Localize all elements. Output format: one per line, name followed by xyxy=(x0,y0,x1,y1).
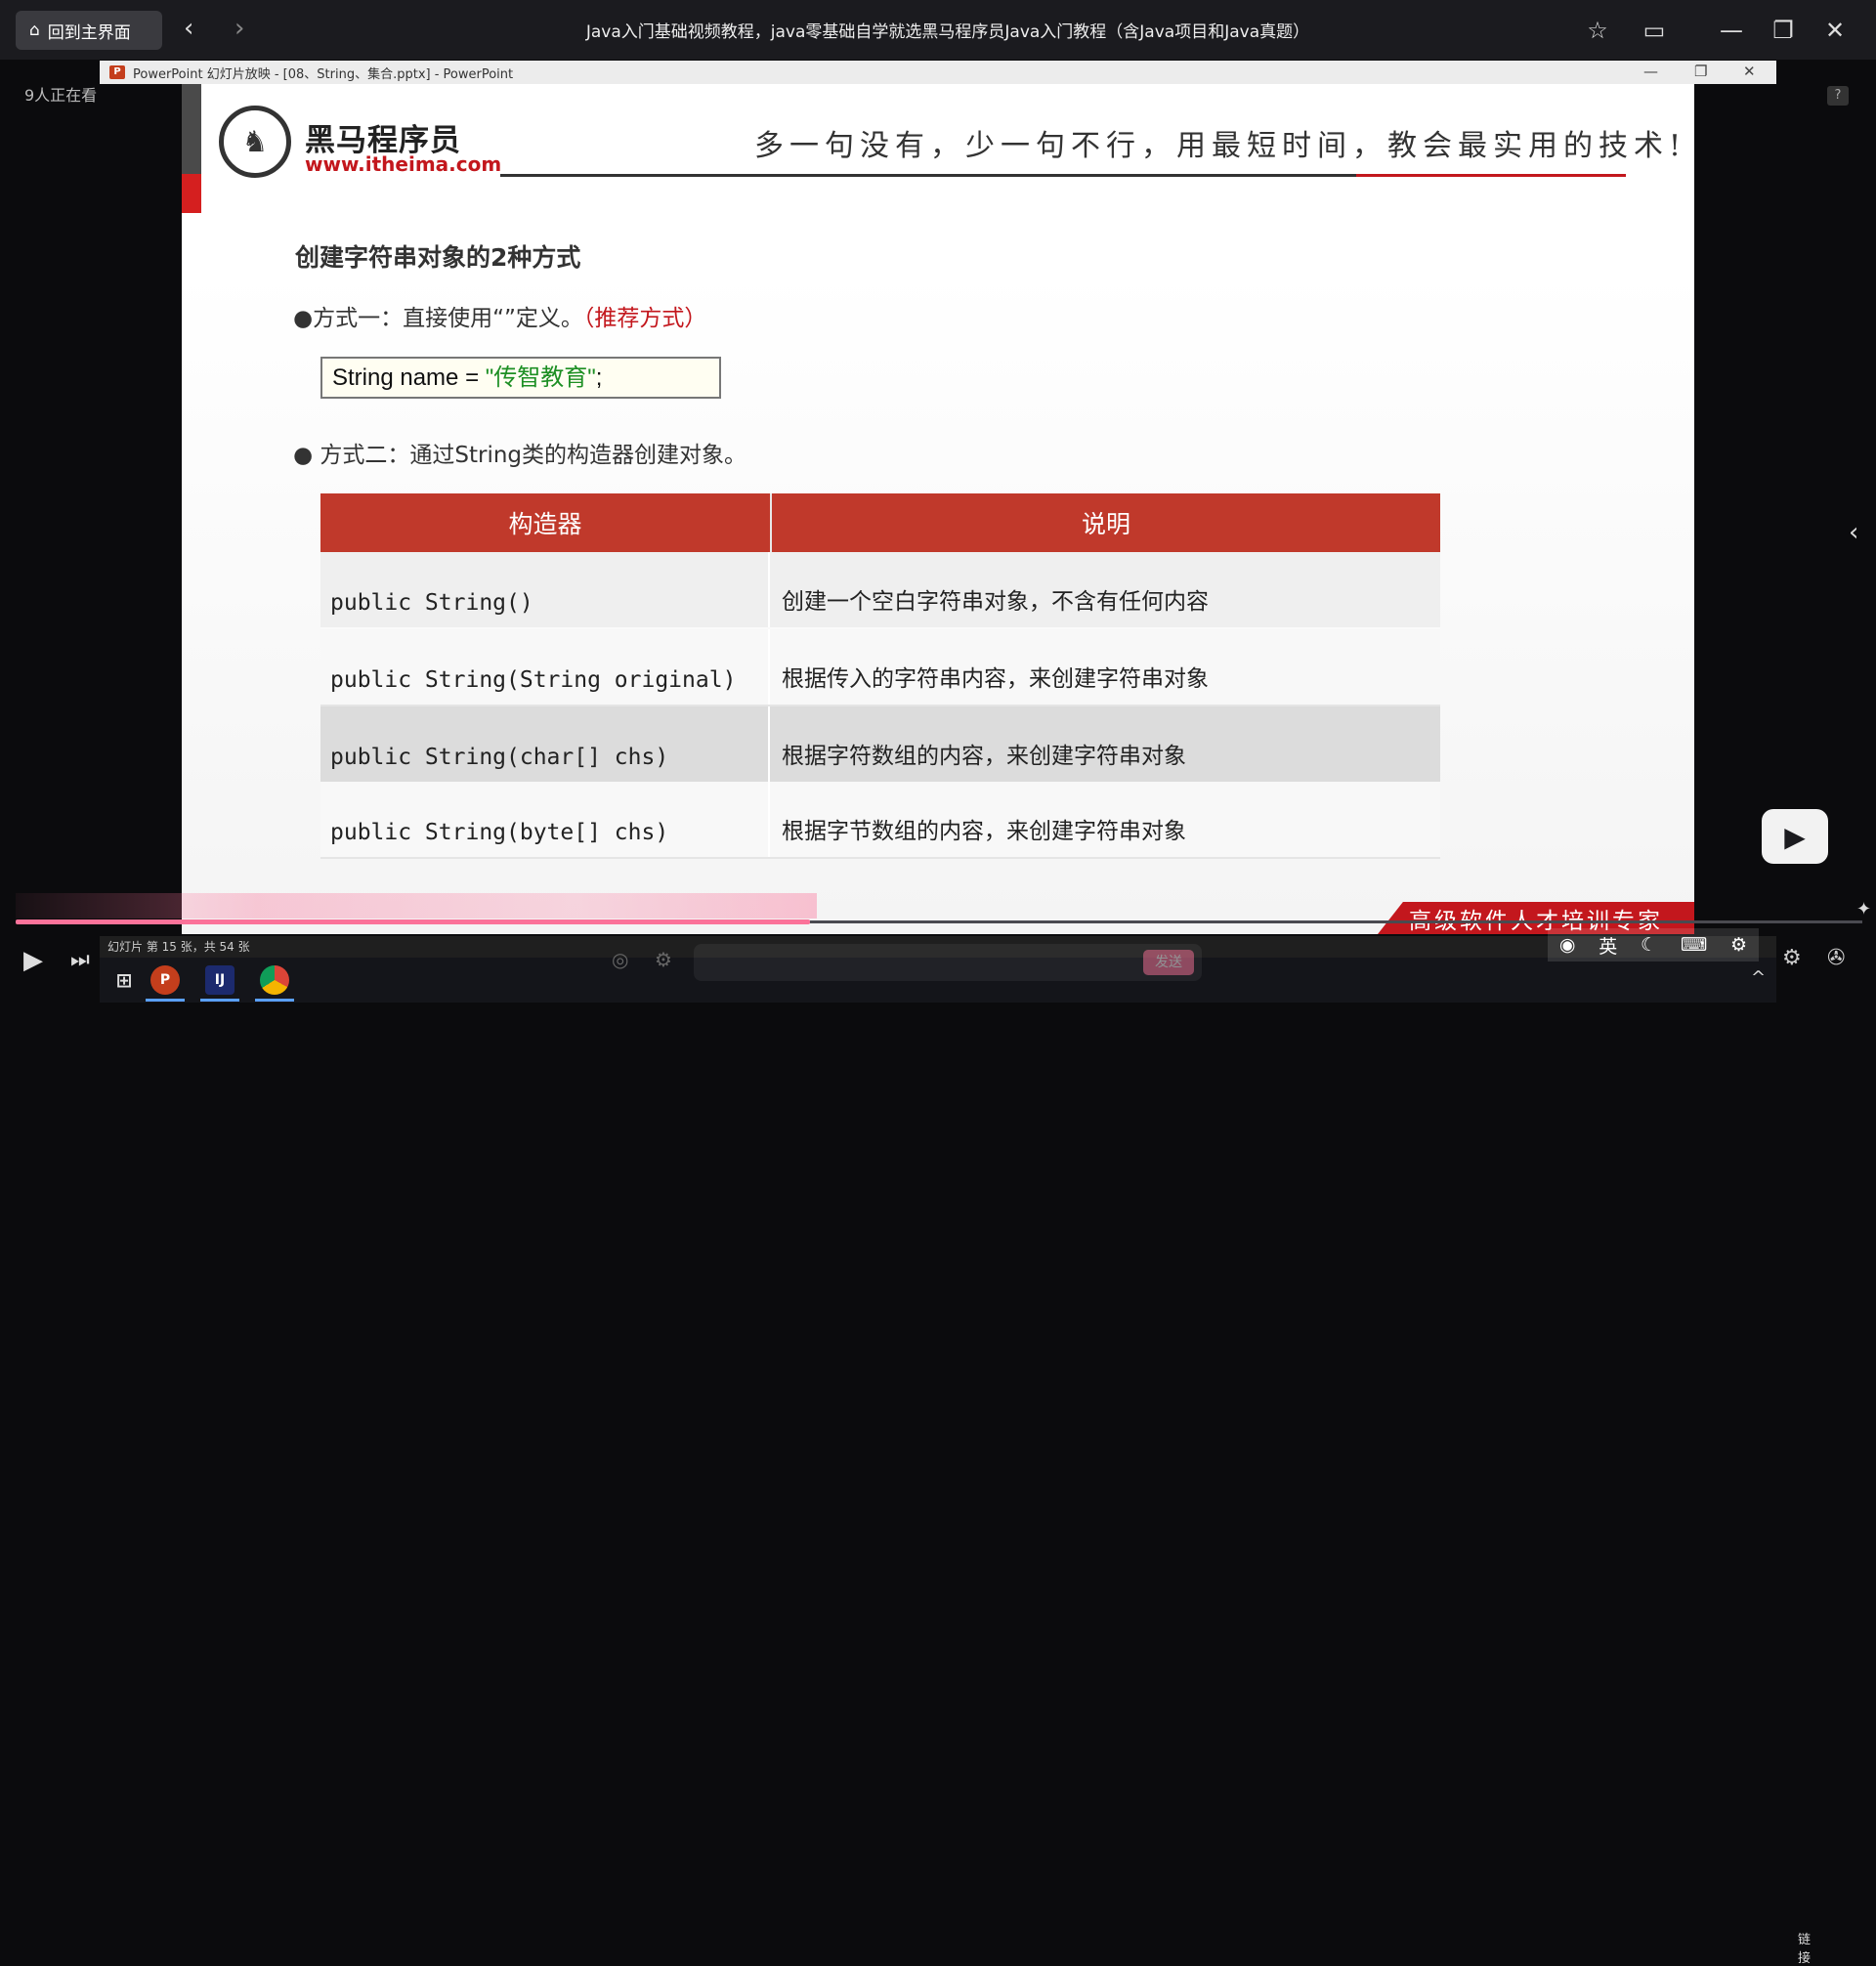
home-button[interactable]: ⌂ 回到主界面 xyxy=(16,11,162,50)
powerpoint-icon: P xyxy=(109,65,125,79)
windows-start-icon[interactable]: ⊞ xyxy=(109,965,139,995)
recommend-note: （推荐方式） xyxy=(582,306,707,331)
constructor-cell: public String(String original) xyxy=(320,629,770,705)
table-row: public String(String original) 根据传入的字符串内… xyxy=(320,629,1440,706)
danmaku-input[interactable] xyxy=(694,944,1202,981)
bullet-icon: ● xyxy=(293,306,314,331)
slide-strip-dark xyxy=(182,84,201,174)
close-icon[interactable]: ✕ xyxy=(1818,14,1852,47)
danmaku-toggle-icon[interactable]: ◎ xyxy=(612,948,628,971)
ppt-title-bar: P PowerPoint 幻灯片放映 - [08、String、集合.pptx]… xyxy=(100,61,1776,84)
constructor-cell: public String() xyxy=(320,552,770,627)
video-title: Java入门基础视频教程，java零基础自学就选黑马程序员Java入门教程（含J… xyxy=(585,22,1310,42)
powerpoint-taskbar-icon[interactable]: P xyxy=(150,965,180,995)
ppt-minimize-icon[interactable]: — xyxy=(1643,63,1658,80)
slide: ♞ 黑马程序员 www.itheima.com 多一句没有，少一句不行，用最短时… xyxy=(182,84,1694,934)
slide-title: 创建字符串对象的2种方式 xyxy=(295,243,581,272)
progress-fill[interactable] xyxy=(16,919,810,924)
play-icon[interactable]: ▶ xyxy=(23,946,43,975)
viewer-count: 9人正在看 xyxy=(24,86,98,105)
ppt-restore-icon[interactable]: ❐ xyxy=(1694,63,1707,80)
next-icon[interactable]: ⏭ xyxy=(70,948,90,972)
picture-in-picture-icon[interactable]: ▭ xyxy=(1638,14,1671,47)
ppt-close-icon[interactable]: ✕ xyxy=(1743,63,1756,80)
danmaku-settings-icon[interactable]: ⚙ xyxy=(655,948,672,971)
active-indicator xyxy=(255,999,294,1002)
description-cell: 根据字符数组的内容，来创建字符串对象 xyxy=(782,744,1186,769)
constructor-table: 构造器 说明 public String() 创建一个空白字符串对象，不含有任何… xyxy=(320,493,1440,859)
send-button[interactable]: 发送 xyxy=(1143,950,1194,975)
player-settings-icon[interactable]: ⚙ xyxy=(1782,946,1802,970)
code-example: String name = "传智教育"; xyxy=(320,357,721,399)
minimize-icon[interactable]: — xyxy=(1715,14,1748,47)
table-row: public String(char[] chs) 根据字符数组的内容，来创建字… xyxy=(320,706,1440,782)
back-arrow-icon[interactable]: ‹ xyxy=(184,14,193,43)
moon-icon[interactable]: ☾ xyxy=(1641,934,1657,956)
description-cell: 创建一个空白字符串对象，不含有任何内容 xyxy=(782,589,1209,615)
header-divider-accent xyxy=(1356,174,1626,177)
table-header: 构造器 说明 xyxy=(320,493,1440,552)
language-toggle[interactable]: 英 xyxy=(1599,932,1617,959)
danmaku-heat-bar xyxy=(16,893,817,919)
code-prefix: String name = xyxy=(332,364,486,391)
method-two: ● 方式二：通过String类的构造器创建对象。 xyxy=(293,436,746,469)
slide-strip-red xyxy=(182,174,201,213)
intellij-taskbar-icon[interactable]: IJ xyxy=(205,965,234,995)
code-suffix: ; xyxy=(595,364,603,391)
help-icon[interactable]: ? xyxy=(1827,86,1849,106)
fan-icon[interactable]: ✇ xyxy=(1827,946,1845,970)
forward-arrow-icon[interactable]: › xyxy=(234,14,244,43)
link-label[interactable]: 链接 xyxy=(1798,1929,1811,1966)
active-indicator xyxy=(146,999,185,1002)
home-icon: ⌂ xyxy=(29,21,40,40)
home-label: 回到主界面 xyxy=(47,22,131,43)
header-constructor: 构造器 xyxy=(320,493,772,552)
description-cell: 根据字节数组的内容，来创建字符串对象 xyxy=(782,819,1186,844)
constructor-cell: public String(byte[] chs) xyxy=(320,782,770,857)
code-string: "传智教育" xyxy=(485,364,596,391)
floating-toolbar: ◉ 英 ☾ ⌨ ⚙ xyxy=(1548,928,1759,962)
chevron-up-icon[interactable]: ^ xyxy=(1751,967,1766,988)
constructor-cell: public String(char[] chs) xyxy=(320,706,770,782)
header-description: 说明 xyxy=(1081,510,1130,538)
bullet-icon: ● xyxy=(293,443,320,468)
method-one: ●方式一：直接使用“”定义。（推荐方式） xyxy=(293,299,706,332)
keyboard-icon[interactable]: ⌨ xyxy=(1681,934,1707,956)
progress-end-icon[interactable]: ✦ xyxy=(1856,899,1871,919)
method-two-text: 方式二：通过String类的构造器创建对象。 xyxy=(320,443,747,468)
settings-icon[interactable]: ⚙ xyxy=(1730,934,1747,956)
horse-logo-icon: ♞ xyxy=(219,106,291,178)
pin-icon[interactable]: ☆ xyxy=(1581,14,1614,47)
table-row: public String(byte[] chs) 根据字节数组的内容，来创建字… xyxy=(320,782,1440,859)
side-panel-arrow-icon[interactable]: ‹ xyxy=(1849,518,1858,547)
tv-play-icon[interactable]: ▶ xyxy=(1762,809,1828,864)
restore-icon[interactable]: ❐ xyxy=(1767,14,1800,47)
description-cell: 根据传入的字符串内容，来创建字符串对象 xyxy=(782,666,1209,692)
method-one-text: 方式一：直接使用“”定义。 xyxy=(313,306,583,331)
logo-url: www.itheima.com xyxy=(305,152,502,176)
top-bar: ⌂ 回到主界面 ‹ › Java入门基础视频教程，java零基础自学就选黑马程序… xyxy=(0,0,1876,60)
chrome-taskbar-icon[interactable] xyxy=(260,965,289,995)
active-indicator xyxy=(200,999,239,1002)
table-row: public String() 创建一个空白字符串对象，不含有任何内容 xyxy=(320,552,1440,629)
ppt-window-title: PowerPoint 幻灯片放映 - [08、String、集合.pptx] -… xyxy=(133,66,514,82)
voice-icon[interactable]: ◉ xyxy=(1559,934,1576,956)
slogan: 多一句没有，少一句不行，用最短时间，教会最实用的技术! xyxy=(754,129,1687,163)
